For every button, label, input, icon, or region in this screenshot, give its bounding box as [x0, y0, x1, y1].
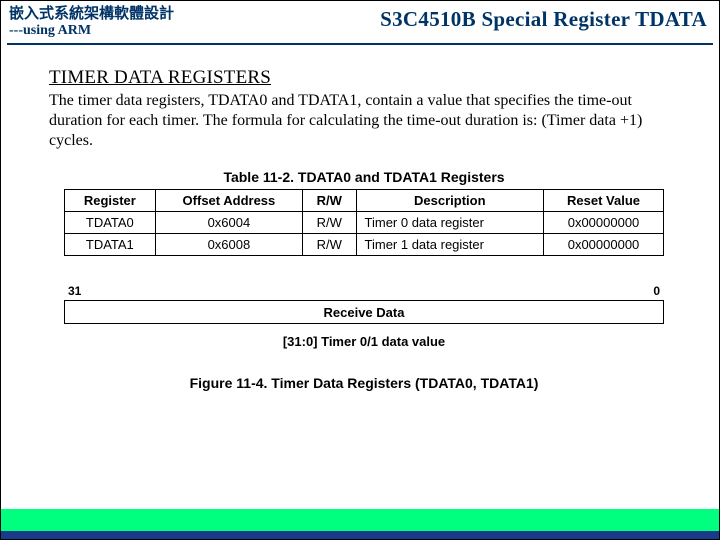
th-reset: Reset Value — [544, 190, 664, 212]
bitfield-note: [31:0] Timer 0/1 data value — [64, 334, 664, 349]
header: 嵌入式系統架構軟體設計 ---using ARM S3C4510B Specia… — [1, 1, 719, 45]
header-underline — [7, 43, 713, 45]
cell-rw: R/W — [303, 234, 356, 256]
section-paragraph: The timer data registers, TDATA0 and TDA… — [49, 91, 679, 151]
table-row: TDATA0 0x6004 R/W Timer 0 data register … — [65, 212, 664, 234]
cell-register: TDATA0 — [65, 212, 156, 234]
slide: 嵌入式系統架構軟體設計 ---using ARM S3C4510B Specia… — [0, 0, 720, 540]
cell-rw: R/W — [303, 212, 356, 234]
cell-reset: 0x00000000 — [544, 212, 664, 234]
bitfield-box: Receive Data — [64, 300, 664, 324]
cell-reset: 0x00000000 — [544, 234, 664, 256]
body: TIMER DATA REGISTERS The timer data regi… — [1, 45, 719, 391]
table-row: TDATA1 0x6008 R/W Timer 1 data register … — [65, 234, 664, 256]
cell-desc: Timer 1 data register — [356, 234, 544, 256]
header-title-right: S3C4510B Special Register TDATA — [380, 7, 707, 32]
bitfield-msb: 31 — [68, 284, 81, 298]
footer-band-green — [1, 509, 719, 531]
th-rw: R/W — [303, 190, 356, 212]
footer — [1, 509, 719, 539]
figure-caption: Figure 11-4. Timer Data Registers (TDATA… — [49, 375, 679, 391]
register-table: Register Offset Address R/W Description … — [64, 189, 664, 256]
table-header-row: Register Offset Address R/W Description … — [65, 190, 664, 212]
bitfield-lsb: 0 — [653, 284, 660, 298]
th-desc: Description — [356, 190, 544, 212]
section-heading: TIMER DATA REGISTERS — [49, 67, 679, 89]
th-register: Register — [65, 190, 156, 212]
bitfield-labels: 31 0 — [64, 284, 664, 300]
footer-band-blue — [1, 531, 719, 539]
cell-desc: Timer 0 data register — [356, 212, 544, 234]
cell-offset: 0x6008 — [155, 234, 302, 256]
table-caption: Table 11-2. TDATA0 and TDATA1 Registers — [49, 169, 679, 185]
cell-register: TDATA1 — [65, 234, 156, 256]
bitfield-figure: 31 0 Receive Data [31:0] Timer 0/1 data … — [64, 284, 664, 349]
cell-offset: 0x6004 — [155, 212, 302, 234]
th-offset: Offset Address — [155, 190, 302, 212]
